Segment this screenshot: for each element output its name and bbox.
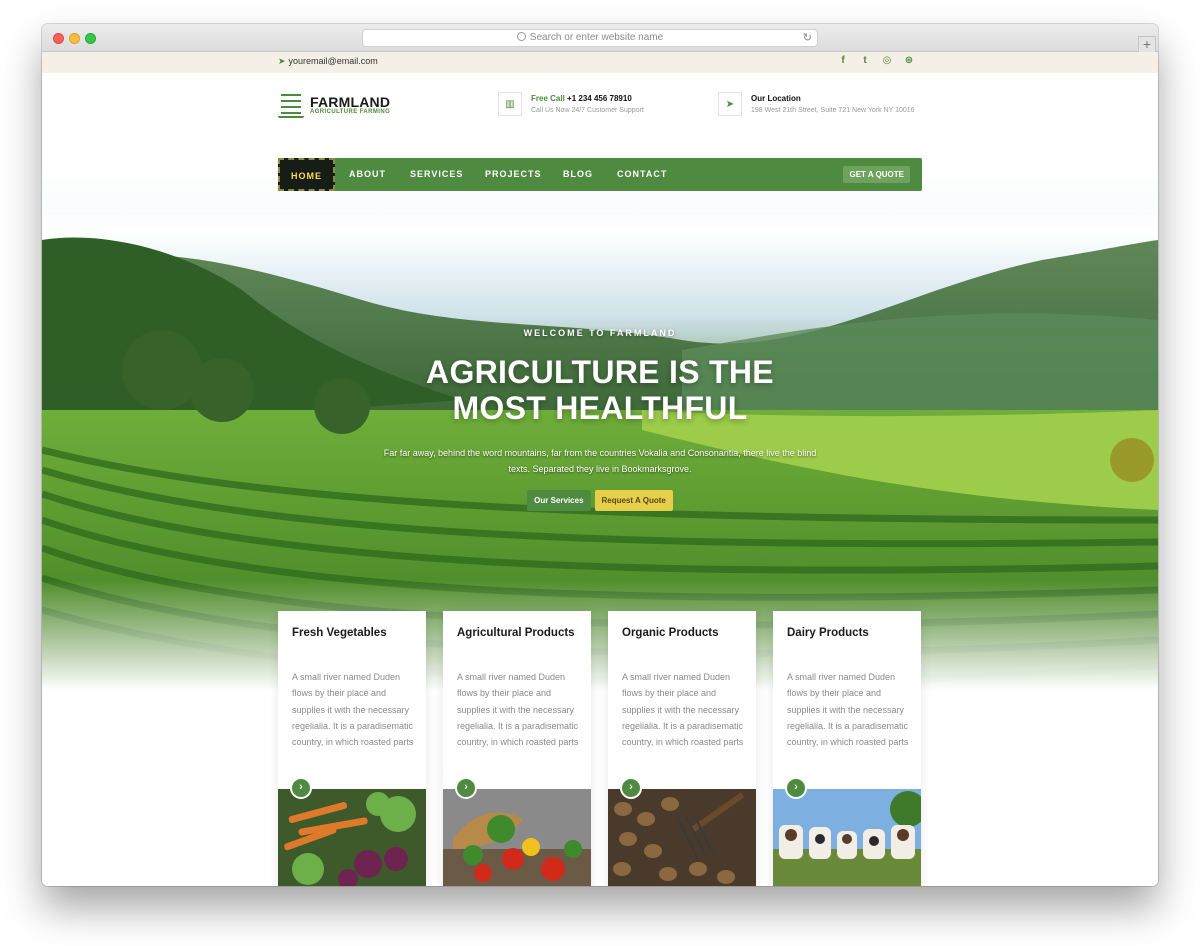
instagram-icon[interactable]: ◎: [882, 55, 892, 66]
services-cards: Fresh Vegetables A small river named Dud…: [278, 611, 921, 886]
chevron-right-icon[interactable]: ›: [785, 777, 807, 799]
service-card-vegetables: Fresh Vegetables A small river named Dud…: [278, 611, 426, 886]
nav-item-contact[interactable]: CONTACT: [617, 158, 667, 191]
service-card-dairy: Dairy Products A small river named Duden…: [773, 611, 921, 886]
hero-headline: AGRICULTURE IS THE MOST HEALTHFUL: [42, 354, 1158, 426]
dribbble-icon[interactable]: ⊛: [904, 55, 914, 66]
call-label: Free Call: [531, 94, 565, 103]
call-number: +1 234 456 78910: [567, 94, 632, 103]
card-title: Organic Products: [622, 627, 719, 639]
nav-item-home[interactable]: HOME: [278, 158, 335, 191]
hero-headline-line-1: AGRICULTURE IS THE: [426, 354, 774, 390]
minimize-window-button[interactable]: [69, 33, 80, 44]
paper-plane-icon: ➤: [718, 92, 742, 116]
get-quote-button[interactable]: GET A QUOTE: [843, 166, 910, 183]
browser-window: Search or enter website name ↻ + ➤ yourem…: [42, 24, 1158, 886]
location-info: ➤ Our Location 198 West 21th Street, Sui…: [718, 92, 915, 116]
social-links: f t ◎ ⊛: [838, 55, 914, 66]
card-text: A small river named Duden flows by their…: [457, 672, 579, 748]
maximize-window-button[interactable]: [85, 33, 96, 44]
call-info: ▥ Free Call +1 234 456 78910 Call Us Now…: [498, 92, 644, 116]
nav-item-about[interactable]: ABOUT: [349, 158, 386, 191]
vegetables-image: [278, 789, 426, 886]
card-title: Agricultural Products: [457, 627, 575, 639]
nav-item-services[interactable]: SERVICES: [410, 158, 463, 191]
card-text: A small river named Duden flows by their…: [622, 672, 744, 748]
card-text: A small river named Duden flows by their…: [292, 672, 414, 748]
hero-headline-line-2: MOST HEALTHFUL: [452, 390, 748, 426]
address-bar[interactable]: Search or enter website name ↻: [362, 29, 818, 47]
call-subtext: Call Us Now 24/7 Customer Support: [531, 107, 644, 114]
card-title: Dairy Products: [787, 627, 869, 639]
paper-plane-icon: ➤: [278, 56, 286, 66]
hero-welcome: WELCOME TO FARMLAND: [523, 328, 677, 338]
hero-description: Far far away, behind the word mountains,…: [383, 448, 817, 474]
location-address: 198 West 21th Street, Suite 721 New York…: [751, 107, 915, 114]
produce-basket-image: [443, 789, 591, 886]
map-icon: ▥: [498, 92, 522, 116]
twitter-icon[interactable]: t: [860, 55, 870, 66]
main-navigation: HOME ABOUT SERVICES PROJECTS BLOG CONTAC…: [278, 158, 922, 191]
card-text: A small river named Duden flows by their…: [787, 672, 909, 748]
nav-item-blog[interactable]: BLOG: [563, 158, 593, 191]
card-title: Fresh Vegetables: [292, 627, 387, 639]
browser-toolbar: Search or enter website name ↻ +: [42, 24, 1158, 53]
chevron-right-icon[interactable]: ›: [455, 777, 477, 799]
search-icon: [516, 32, 526, 41]
close-window-button[interactable]: [53, 33, 64, 44]
chevron-right-icon[interactable]: ›: [290, 777, 312, 799]
facebook-icon[interactable]: f: [838, 55, 848, 66]
reload-icon[interactable]: ↻: [803, 30, 812, 46]
top-bar: ➤ youremail@email.com f t ◎ ⊛: [42, 52, 1158, 73]
address-placeholder: Search or enter website name: [529, 32, 664, 43]
site-logo[interactable]: FARMLAND AGRICULTURE FARMING: [278, 92, 390, 118]
request-quote-button[interactable]: Request A Quote: [594, 490, 673, 511]
service-card-organic: Organic Products A small river named Dud…: [608, 611, 756, 886]
email-link[interactable]: ➤ youremail@email.com: [278, 56, 378, 67]
cows-image: [773, 789, 921, 886]
wheat-logo-icon: [278, 92, 304, 118]
service-card-agricultural: Agricultural Products A small river name…: [443, 611, 591, 886]
location-label: Our Location: [751, 94, 801, 103]
email-text: youremail@email.com: [288, 56, 378, 66]
our-services-button[interactable]: Our Services: [527, 490, 591, 511]
web-page: ➤ youremail@email.com f t ◎ ⊛ FARMLAND AG…: [42, 52, 1158, 886]
potatoes-image: [608, 789, 756, 886]
new-tab-button[interactable]: +: [1138, 36, 1156, 53]
logo-title: FARMLAND: [310, 94, 391, 110]
logo-subtitle: AGRICULTURE FARMING: [310, 109, 391, 115]
nav-item-projects[interactable]: PROJECTS: [485, 158, 542, 191]
hero-buttons: Our Services Request A Quote: [42, 490, 1158, 511]
chevron-right-icon[interactable]: ›: [620, 777, 642, 799]
